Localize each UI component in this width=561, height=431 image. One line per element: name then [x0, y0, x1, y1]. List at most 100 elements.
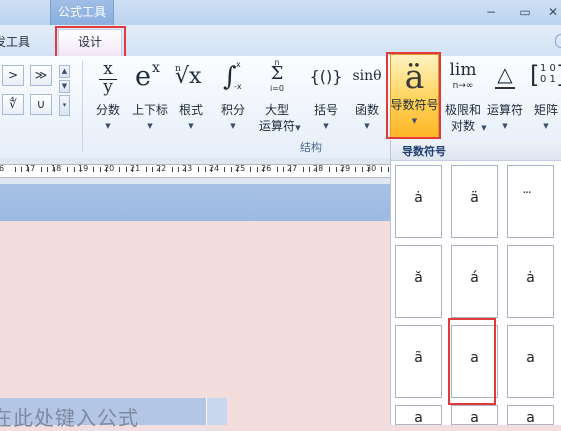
matrix-button[interactable]: [ 1 00 1 ] 矩阵 ▼ — [528, 60, 561, 130]
matrix-label: 矩阵 — [533, 103, 558, 117]
gallery-expand-icon[interactable]: ▾ — [59, 95, 70, 116]
ruler-number: 25 — [235, 164, 246, 173]
ruler-number: 27 — [287, 164, 298, 173]
dropdown-arrow-icon: ▼ — [147, 122, 153, 130]
accent-item-row4-2[interactable]: a — [451, 405, 498, 426]
symbol-button-union[interactable]: ∪ — [30, 94, 52, 115]
ruler-tick — [329, 167, 330, 172]
accent-item-breve[interactable]: ă — [395, 245, 442, 318]
ruler-tick — [250, 167, 251, 172]
ruler-tick — [21, 167, 22, 172]
equation-options-handle[interactable] — [206, 398, 227, 425]
page-margin-band — [0, 184, 391, 221]
group-label-structure: 结构 — [300, 141, 322, 154]
help-icon[interactable] — [555, 34, 561, 48]
ruler-tick — [93, 167, 94, 172]
ruler-tick — [198, 167, 199, 172]
accent-item-double-dot[interactable]: ä — [451, 165, 498, 238]
dropdown-arrow-icon: ▼ — [105, 122, 111, 130]
gallery-scroll-up-icon[interactable]: ▲ — [59, 65, 70, 78]
ruler-tick — [67, 167, 68, 172]
function-label: 函数 — [354, 103, 379, 117]
function-button[interactable]: sinθ 函数 ▼ — [349, 60, 385, 130]
ruler-tick — [178, 167, 179, 172]
accent-item-triple-dot[interactable]: ⃛ — [507, 165, 554, 238]
function-icon: sinθ — [352, 68, 382, 84]
document-canvas[interactable] — [0, 221, 391, 425]
ruler-number: 26 — [261, 164, 272, 173]
accent-item-grave[interactable]: ȧ — [507, 245, 554, 318]
ruler-number: 17 — [25, 164, 36, 173]
fraction-label: 分数 — [95, 103, 120, 117]
ruler-tick — [224, 167, 225, 172]
tab-developer[interactable]: 发工具 — [0, 32, 30, 52]
limit-icon: lim n→∞ — [449, 60, 477, 91]
symbol-button-much-greater[interactable]: ≫ — [30, 65, 52, 86]
large-operator-button[interactable]: n Σ i=0 大型 运算符 ▼ — [258, 58, 301, 133]
ruler-number: 20 — [104, 164, 115, 173]
ruler-number: 19 — [78, 164, 89, 173]
ruler-tick — [388, 167, 389, 172]
script-button[interactable]: e x 上下标 ▼ — [132, 60, 168, 130]
ruler-tick — [336, 167, 337, 172]
ruler-number: 24 — [209, 164, 220, 173]
dropdown-arrow-icon: ▼ — [230, 122, 236, 130]
highlight-box-design-tab — [55, 26, 126, 59]
equation-placeholder: 在此处键入公式 — [0, 406, 139, 430]
dropdown-arrow-icon: ▼ — [295, 124, 301, 132]
ruler-number: 28 — [313, 164, 324, 173]
ruler-tick — [381, 167, 382, 172]
limit-log-button[interactable]: lim n→∞ 极限和 对数 ▼ — [444, 60, 487, 133]
accent-item-row4-3[interactable]: a — [507, 405, 554, 426]
fraction-button[interactable]: x y 分数 ▼ — [90, 60, 126, 131]
radical-label: 根式 — [178, 103, 203, 117]
ruler-tick — [277, 167, 278, 172]
integral-button[interactable]: ∫ x -x 积分 ▼ — [215, 60, 251, 130]
ruler-tick — [283, 167, 284, 172]
symbol-button-greater[interactable]: > — [2, 65, 24, 86]
gallery-title: 导数符号 — [402, 145, 446, 158]
ruler-tick — [355, 167, 356, 172]
ruler-tick — [41, 167, 42, 172]
accent-item-acute[interactable]: á — [451, 245, 498, 318]
ruler-number: 30 — [366, 164, 377, 173]
operator-button[interactable]: △ 运算符 ▼ — [487, 60, 523, 130]
ruler-tick — [100, 167, 101, 172]
accent-item-dot[interactable]: ȧ — [395, 165, 442, 238]
ruler-number: 22 — [156, 164, 167, 173]
integral-label: 积分 — [220, 103, 245, 117]
highlight-box-bar-accent — [448, 318, 496, 405]
summation-icon: n Σ i=0 — [269, 58, 284, 93]
context-tab-label: 公式工具 — [57, 5, 106, 19]
integral-icon: ∫ x -x — [223, 60, 242, 92]
ruler-number: 18 — [51, 164, 62, 173]
bracket-icon: {()} — [309, 67, 343, 86]
accent-item-double-bar[interactable]: a — [507, 325, 554, 398]
script-icon: e x — [135, 60, 160, 92]
ruler-number: 6 — [0, 164, 5, 173]
symbol-button-fourth-root[interactable]: ∜ — [2, 94, 24, 115]
ruler-number: 29 — [340, 164, 351, 173]
minimize-button[interactable]: − — [481, 4, 501, 20]
gallery-scroll-down-icon[interactable]: ▼ — [59, 80, 70, 93]
ruler-number: 21 — [130, 164, 141, 173]
dropdown-arrow-icon: ▼ — [323, 122, 329, 130]
radical-icon: n √x — [175, 64, 202, 89]
ruler-tick — [152, 167, 153, 172]
close-button[interactable]: ✕ — [543, 4, 561, 20]
ruler-tick — [231, 167, 232, 172]
ruler-tick — [119, 167, 120, 172]
dropdown-arrow-icon: ▼ — [502, 122, 508, 130]
ruler-tick — [126, 167, 127, 172]
fraction-icon: x y — [90, 60, 126, 100]
restore-button[interactable]: ▭ — [515, 4, 535, 20]
dropdown-arrow-icon: ▼ — [543, 122, 549, 130]
bracket-button[interactable]: {()} 括号 ▼ — [308, 60, 344, 130]
accent-item-tilde[interactable]: ã — [395, 325, 442, 398]
dropdown-arrow-icon: ▼ — [364, 122, 370, 130]
radical-button[interactable]: n √x 根式 ▼ — [173, 60, 209, 130]
ruler-tick — [309, 167, 310, 172]
ruler-tick — [205, 167, 206, 172]
accent-item-row4-1[interactable]: a — [395, 405, 442, 426]
matrix-icon: [ 1 00 1 ] — [530, 61, 561, 89]
